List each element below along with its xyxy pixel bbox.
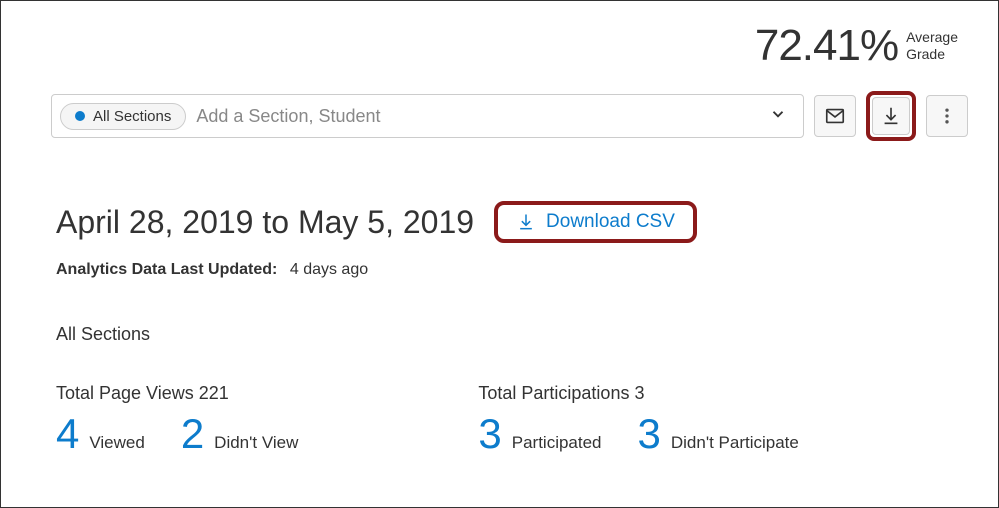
pill-label: All Sections (93, 108, 171, 125)
participated-stat: 3 Participated (478, 410, 601, 458)
participated-label: Participated (512, 433, 602, 453)
download-icon (880, 105, 902, 127)
download-csv-label: Download CSV (546, 211, 675, 233)
didnt-view-count: 2 (181, 410, 204, 458)
chevron-down-icon (769, 105, 787, 123)
didnt-view-stat: 2 Didn't View (181, 410, 299, 458)
page-views-line: 4 Viewed 2 Didn't View (56, 410, 298, 458)
participations-heading: Total Participations 3 (478, 383, 798, 404)
didnt-participate-count: 3 (638, 410, 661, 458)
last-updated-value: 4 days ago (290, 261, 368, 278)
didnt-view-label: Didn't View (214, 433, 298, 453)
pill-dot-icon (75, 111, 85, 121)
message-button[interactable] (814, 95, 856, 137)
content-area: April 28, 2019 to May 5, 2019 Download C… (56, 201, 943, 458)
download-icon (516, 212, 536, 232)
page-views-heading: Total Page Views 221 (56, 383, 298, 404)
participations-line: 3 Participated 3 Didn't Participate (478, 410, 798, 458)
average-grade-label: Average Grade (906, 29, 958, 63)
date-range-heading: April 28, 2019 to May 5, 2019 (56, 204, 474, 241)
didnt-participate-label: Didn't Participate (671, 433, 799, 453)
viewed-count: 4 (56, 410, 79, 458)
didnt-participate-stat: 3 Didn't Participate (638, 410, 799, 458)
section-pill[interactable]: All Sections (60, 103, 186, 130)
download-csv-link[interactable]: Download CSV (516, 211, 675, 233)
download-button[interactable] (872, 97, 910, 135)
filter-input[interactable] (196, 106, 761, 127)
viewed-stat: 4 Viewed (56, 410, 145, 458)
participated-count: 3 (478, 410, 501, 458)
last-updated-label: Analytics Data Last Updated: (56, 261, 277, 278)
section-title: All Sections (56, 324, 943, 345)
viewed-label: Viewed (89, 433, 144, 453)
download-button-highlight (866, 91, 916, 141)
kebab-icon (937, 106, 957, 126)
dropdown-toggle[interactable] (761, 105, 795, 128)
date-row: April 28, 2019 to May 5, 2019 Download C… (56, 201, 943, 243)
stats-row: Total Page Views 221 4 Viewed 2 Didn't V… (56, 383, 943, 458)
more-options-button[interactable] (926, 95, 968, 137)
download-csv-highlight: Download CSV (494, 201, 697, 243)
average-grade-stat: 72.41% Average Grade (755, 21, 958, 71)
last-updated-row: Analytics Data Last Updated: 4 days ago (56, 261, 943, 279)
page-views-group: Total Page Views 221 4 Viewed 2 Didn't V… (56, 383, 298, 458)
filter-input-container[interactable]: All Sections (51, 94, 804, 138)
envelope-icon (824, 105, 846, 127)
filter-bar: All Sections (51, 91, 968, 141)
participations-group: Total Participations 3 3 Participated 3 … (478, 383, 798, 458)
average-grade-value: 72.41% (755, 21, 898, 71)
